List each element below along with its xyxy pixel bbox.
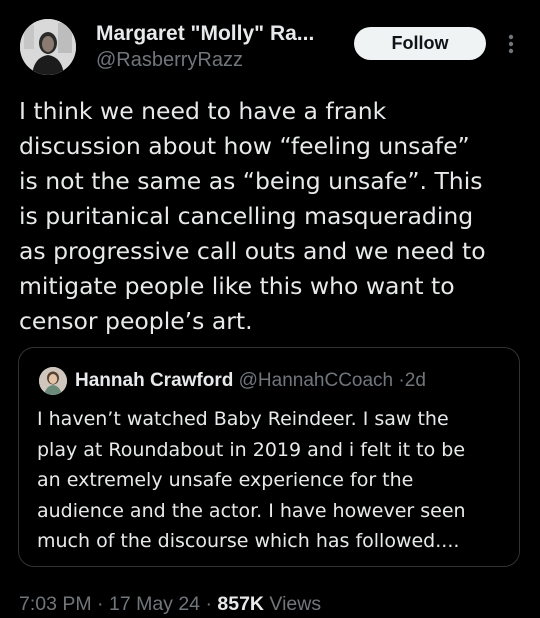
quoted-tweet-text: I haven’t watched Baby Reindeer. I saw t…	[37, 408, 466, 552]
author-names: Margaret "Molly" Ra... @RasberryRazz	[96, 21, 346, 73]
views-label: Views	[269, 593, 322, 615]
views-count: 857K	[217, 593, 264, 615]
quoted-author-avatar	[39, 367, 67, 395]
tweet-text: I think we need to have a frank discussi…	[19, 97, 486, 335]
tweet-time[interactable]: 7:03 PM	[19, 593, 92, 615]
quoted-author-name: Hannah Crawford	[75, 370, 234, 391]
tweet-date[interactable]: 17 May 24	[109, 593, 200, 615]
author-display-name[interactable]: Margaret "Molly" Ra...	[96, 21, 346, 47]
quoted-tweet-card[interactable]: Hannah Crawford @HannahCCoach ·2d I have…	[18, 347, 520, 567]
meta-separator: ·	[97, 593, 104, 615]
author-handle[interactable]: @RasberryRazz	[96, 47, 346, 73]
follow-button[interactable]: Follow	[354, 27, 486, 60]
quoted-tweet-header: Hannah Crawford @HannahCCoach ·2d	[75, 368, 515, 394]
more-vertical-icon[interactable]	[500, 30, 522, 60]
tweet-meta: 7:03 PM · 17 May 24 · 857K Views	[19, 590, 524, 618]
meta-separator: ·	[205, 593, 212, 615]
quoted-timestamp: 2d	[404, 370, 426, 391]
author-avatar[interactable]	[20, 19, 76, 75]
tweet-header: Margaret "Molly" Ra... @RasberryRazz Fol…	[0, 0, 540, 90]
author-avatar-image	[20, 19, 76, 75]
quoted-author-handle: @HannahCCoach	[238, 370, 394, 391]
